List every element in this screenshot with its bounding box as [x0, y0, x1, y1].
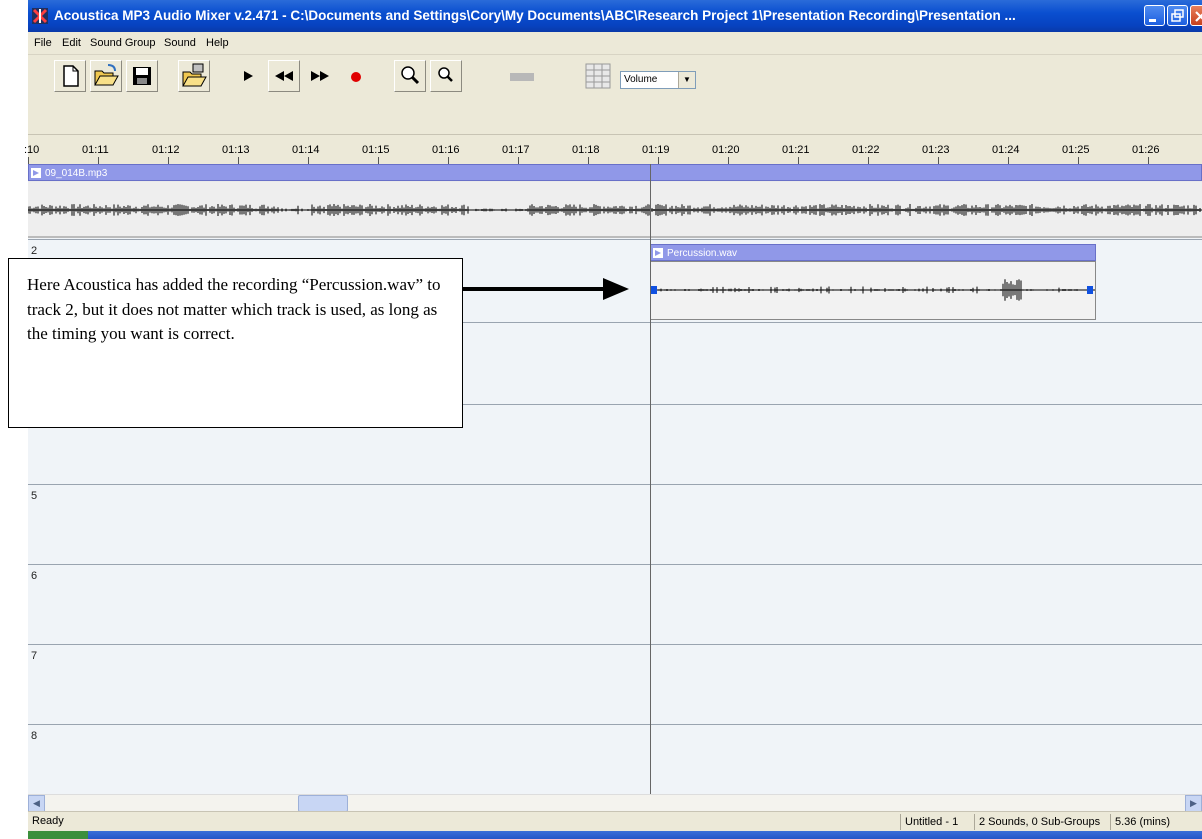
ruler-tick: 01:17	[502, 144, 530, 156]
scroll-right-icon[interactable]: ▶	[1185, 795, 1202, 812]
menu-sound[interactable]: Sound	[164, 32, 196, 54]
clip-name: 09_014B.mp3	[45, 168, 108, 179]
status-bar: Ready Untitled - 1 2 Sounds, 0 Sub-Group…	[28, 811, 1202, 832]
restore-icon	[1171, 9, 1184, 22]
zoom-out-button[interactable]	[430, 60, 462, 92]
record-button[interactable]	[340, 60, 372, 92]
minimize-button[interactable]	[1144, 5, 1165, 26]
ruler-tick: 01:14	[292, 144, 320, 156]
clip-header[interactable]: Percussion.wav	[650, 244, 1096, 261]
close-icon	[1195, 11, 1202, 22]
ruler-tick: 01:13	[222, 144, 250, 156]
restore-button[interactable]	[1167, 5, 1188, 26]
mute-icon	[510, 73, 534, 81]
zoom-out-icon	[438, 67, 453, 82]
clip-name: Percussion.wav	[667, 248, 738, 259]
track-number: 7	[31, 650, 38, 662]
status-ready: Ready	[32, 815, 64, 827]
volume-select-value: Volume	[624, 74, 658, 85]
scroll-left-icon[interactable]: ◀	[28, 795, 45, 812]
mute-button[interactable]	[506, 60, 538, 92]
open-file-button[interactable]	[90, 60, 122, 92]
rewind-icon	[275, 71, 293, 81]
menu-help[interactable]: Help	[206, 32, 229, 54]
open-project-icon	[182, 63, 207, 87]
ruler-tick: 01:21	[782, 144, 810, 156]
ruler-tick: :10	[24, 144, 40, 156]
percussion-clip[interactable]: Percussion.wav	[650, 244, 1096, 320]
new-file-button[interactable]	[54, 60, 86, 92]
save-icon	[133, 67, 151, 85]
fast-forward-button[interactable]	[304, 60, 336, 92]
track-number: 5	[31, 490, 38, 502]
menu-bar: File Edit Sound Group Sound Help	[28, 32, 1202, 54]
status-length: 5.36 (mins)	[1110, 814, 1202, 830]
toolbar: Volume ▼	[28, 54, 1202, 135]
ruler-tick: 01:18	[572, 144, 600, 156]
waveform	[651, 279, 1095, 301]
menu-file[interactable]: File	[34, 32, 52, 54]
ruler-tick: 01:19	[642, 144, 670, 156]
track-number: 2	[31, 245, 38, 257]
ruler-tick: 01:26	[1132, 144, 1160, 156]
ruler-tick: 01:12	[152, 144, 180, 156]
zoom-in-icon	[401, 66, 420, 85]
menu-edit[interactable]: Edit	[62, 32, 81, 54]
app-icon	[32, 8, 48, 24]
clip-header[interactable]: 09_014B.mp3	[28, 164, 1202, 181]
taskbar	[28, 831, 1202, 839]
ruler-tick: 01:23	[922, 144, 950, 156]
ruler-tick: 01:20	[712, 144, 740, 156]
arrow-right-icon	[463, 278, 629, 300]
open-project-button[interactable]	[178, 60, 210, 92]
clip-handle-right	[1087, 286, 1093, 294]
ruler-tick: 01:11	[82, 144, 109, 156]
clip-icon	[31, 168, 41, 178]
rewind-button[interactable]	[268, 60, 300, 92]
callout-box: Here Acoustica has added the recording “…	[8, 258, 463, 428]
menu-sound-group[interactable]: Sound Group	[90, 32, 155, 54]
ruler-tick: 01:24	[992, 144, 1020, 156]
ruler-tick: 01:25	[1062, 144, 1090, 156]
ruler-tick: 01:22	[852, 144, 880, 156]
save-button[interactable]	[126, 60, 158, 92]
grid-icon	[585, 63, 611, 89]
play-button[interactable]	[232, 60, 264, 92]
grid-button[interactable]	[582, 60, 614, 92]
timeline-ruler[interactable]: :10 01:11 01:12 01:13 01:14 01:15 01:16 …	[24, 134, 1202, 165]
ruler-tick: 01:16	[432, 144, 460, 156]
new-file-icon	[63, 65, 79, 87]
record-icon	[351, 72, 361, 82]
ruler-tick: 01:15	[362, 144, 390, 156]
fast-forward-icon	[311, 71, 329, 81]
waveform	[28, 182, 1202, 238]
callout-text: Here Acoustica has added the recording “…	[27, 275, 441, 343]
clip-handle-left	[651, 286, 657, 294]
open-folder-icon	[94, 64, 119, 86]
horizontal-scrollbar[interactable]: ◀ ▶	[28, 794, 1202, 812]
clip-icon	[653, 248, 663, 258]
chevron-down-icon[interactable]: ▼	[678, 72, 695, 88]
close-button[interactable]	[1190, 5, 1202, 26]
start-button[interactable]	[28, 831, 88, 839]
track-number: 8	[31, 730, 38, 742]
minimize-icon	[1149, 19, 1156, 22]
play-icon	[244, 71, 253, 81]
clip-body[interactable]	[650, 261, 1096, 320]
title-bar[interactable]: Acoustica MP3 Audio Mixer v.2.471 - C:\D…	[28, 0, 1202, 32]
window-title: Acoustica MP3 Audio Mixer v.2.471 - C:\D…	[54, 8, 1016, 23]
zoom-in-button[interactable]	[394, 60, 426, 92]
status-document: Untitled - 1	[900, 814, 974, 830]
playback-cursor[interactable]	[650, 164, 651, 794]
status-sounds: 2 Sounds, 0 Sub-Groups	[974, 814, 1110, 830]
volume-select[interactable]: Volume ▼	[620, 71, 696, 89]
track-1[interactable]: 09_014B.mp3	[28, 164, 1202, 238]
scroll-thumb[interactable]	[298, 795, 348, 812]
track-number: 6	[31, 570, 38, 582]
